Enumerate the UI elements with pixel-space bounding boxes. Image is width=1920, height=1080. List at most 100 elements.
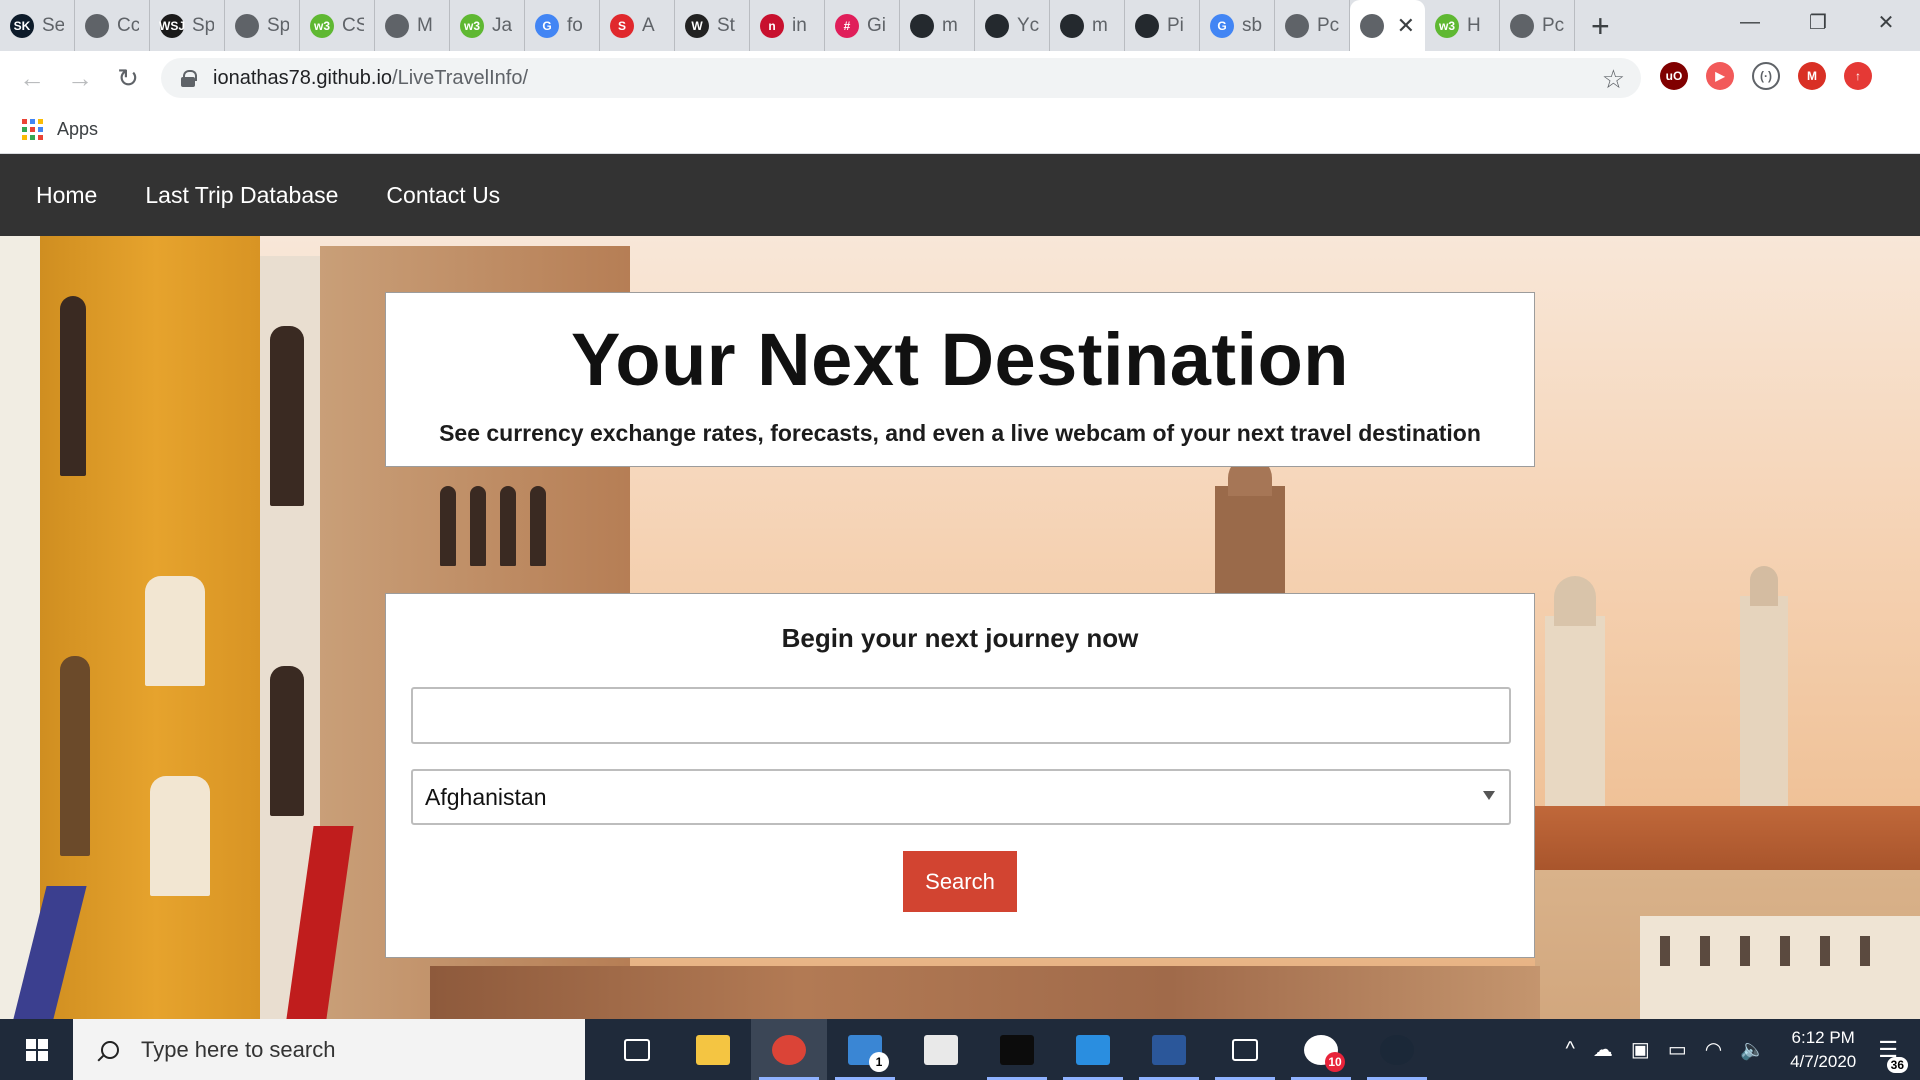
back-button[interactable]: ←	[8, 63, 56, 94]
globe-icon	[235, 13, 259, 38]
tab-2[interactable]: WSJ Sp	[150, 0, 225, 51]
page-title: Your Next Destination	[571, 318, 1349, 401]
browser-toolbar: ← → ↻ ionathas78.github.io/LiveTravelInf…	[0, 51, 1920, 105]
tab-11[interactable]: # Gi	[825, 0, 900, 51]
tab-active[interactable]: ✕	[1350, 0, 1425, 51]
vscode-icon[interactable]	[1055, 1019, 1131, 1080]
taskbar-search-box[interactable]: Type here to search	[73, 1019, 585, 1080]
tab-title: Cc	[117, 14, 139, 36]
search-card: Begin your next journey now Afghanistan …	[385, 593, 1535, 958]
restore-button[interactable]: ❐	[1784, 0, 1852, 44]
profile-avatar-icon[interactable]: M	[1798, 62, 1826, 90]
task-view-icon[interactable]	[599, 1019, 675, 1080]
tray-icon-4[interactable]: ◠	[1705, 1037, 1722, 1062]
site-navbar: Home Last Trip Database Contact Us	[0, 154, 1920, 236]
tab-10[interactable]: n in	[750, 0, 825, 51]
tab-after-0[interactable]: w3 H	[1425, 0, 1500, 51]
tab-1[interactable]: Cc	[75, 0, 150, 51]
wsj-icon: WSJ	[159, 13, 185, 38]
minimize-button[interactable]: —	[1716, 0, 1784, 44]
tab-title: Ja	[492, 14, 513, 36]
tab-0[interactable]: SK Se	[0, 0, 75, 51]
globe-icon	[1360, 13, 1384, 38]
tab-16[interactable]: Gsb	[1200, 0, 1275, 51]
tray-icon-0[interactable]: ^	[1566, 1038, 1575, 1061]
nav-last-trip-database-link[interactable]: Last Trip Database	[145, 182, 338, 209]
browser-tab-strip: SKSeCcWSJSpSpw3CSMw3JaGfoSAWStnin#GimYcm…	[0, 0, 1920, 51]
tray-icon-1[interactable]: ☁	[1593, 1037, 1613, 1062]
tab-after-1[interactable]: Pc	[1500, 0, 1575, 51]
w3schools-icon: w3	[1435, 13, 1459, 38]
tab-6[interactable]: w3 Ja	[450, 0, 525, 51]
terminal-icon[interactable]	[979, 1019, 1055, 1080]
close-window-button[interactable]: ✕	[1852, 0, 1920, 44]
steam-icon[interactable]	[1359, 1019, 1435, 1080]
reload-button[interactable]: ↻	[104, 63, 152, 94]
tab-17[interactable]: Pc	[1275, 0, 1350, 51]
search-heading: Begin your next journey now	[781, 623, 1139, 653]
url-text[interactable]: ionathas78.github.io/LiveTravelInfo/	[213, 67, 528, 90]
mail-icon[interactable]: 1	[827, 1019, 903, 1080]
word-icon[interactable]	[1131, 1019, 1207, 1080]
window-controls: — ❐ ✕	[1716, 0, 1920, 44]
w3schools-icon: w3	[310, 13, 334, 38]
ublock-icon[interactable]: uO	[1660, 62, 1688, 90]
globe-icon	[1510, 13, 1534, 38]
tray-icon-3[interactable]: ▭	[1668, 1037, 1687, 1062]
title-card: Your Next Destination See currency excha…	[385, 292, 1535, 467]
apps-grid-icon[interactable]	[22, 118, 43, 140]
forward-button[interactable]: →	[56, 63, 104, 94]
settings-icon[interactable]	[1207, 1019, 1283, 1080]
tab-title: Pc	[1542, 14, 1564, 36]
extension-icon[interactable]: (·)	[1752, 62, 1780, 90]
start-button[interactable]	[0, 1019, 73, 1080]
country-select[interactable]: Afghanistan	[411, 769, 1511, 825]
search-button[interactable]: Search	[903, 851, 1017, 912]
nav-home-link[interactable]: Home	[36, 182, 97, 209]
tab-title: m	[1092, 14, 1108, 36]
action-center-icon[interactable]: ☰ 36	[1878, 1037, 1908, 1073]
tab-14[interactable]: m	[1050, 0, 1125, 51]
paint-icon[interactable]	[903, 1019, 979, 1080]
tab-5[interactable]: M	[375, 0, 450, 51]
clock[interactable]: 6:12 PM 4/7/2020	[1790, 1026, 1856, 1074]
tab-9[interactable]: W St	[675, 0, 750, 51]
tab-title: Yc	[1017, 14, 1039, 36]
tab-12[interactable]: m	[900, 0, 975, 51]
close-tab-icon[interactable]: ✕	[1397, 13, 1415, 39]
windows-logo-icon	[25, 1038, 36, 1049]
tab-title: Sp	[192, 14, 214, 36]
tab-4[interactable]: w3 CS	[300, 0, 375, 51]
tab-title: St	[717, 14, 735, 36]
update-icon[interactable]: ↑	[1844, 62, 1872, 90]
extension-icons: uO ▶ (·) M ↑	[1660, 62, 1872, 90]
slack-icon[interactable]: 10	[1283, 1019, 1359, 1080]
clock-date: 4/7/2020	[1790, 1051, 1857, 1071]
notification-count: 36	[1886, 1056, 1908, 1073]
cast-icon[interactable]: ▶	[1706, 62, 1734, 90]
tab-8[interactable]: SA	[600, 0, 675, 51]
tab-title: Pc	[1317, 14, 1339, 36]
github-icon	[985, 13, 1009, 38]
lock-icon[interactable]	[181, 69, 197, 87]
tab-7[interactable]: Gfo	[525, 0, 600, 51]
bookmark-star-icon[interactable]: ☆	[1602, 64, 1625, 95]
taskbar-apps: 1 10	[599, 1019, 1435, 1080]
apps-bookmark[interactable]: Apps	[57, 119, 98, 140]
tray-icon-2[interactable]: ▣	[1631, 1037, 1650, 1062]
file-explorer-icon[interactable]	[675, 1019, 751, 1080]
tab-3[interactable]: Sp	[225, 0, 300, 51]
tab-13[interactable]: Yc	[975, 0, 1050, 51]
new-tab-button[interactable]: +	[1591, 10, 1610, 42]
tab-title: Pi	[1167, 14, 1184, 36]
hero-background-venice: Your Next Destination See currency excha…	[0, 236, 1920, 1019]
news-icon: n	[760, 13, 784, 38]
nav-contact-us-link[interactable]: Contact Us	[386, 182, 500, 209]
chrome-icon[interactable]	[751, 1019, 827, 1080]
github-icon	[910, 13, 934, 38]
destination-input[interactable]	[411, 687, 1511, 744]
tray-icon-5[interactable]: 🔈	[1740, 1037, 1765, 1062]
tab-15[interactable]: Pi	[1125, 0, 1200, 51]
address-bar[interactable]: ionathas78.github.io/LiveTravelInfo/ ☆	[161, 58, 1641, 98]
dropdown-caret-icon	[1483, 791, 1495, 800]
